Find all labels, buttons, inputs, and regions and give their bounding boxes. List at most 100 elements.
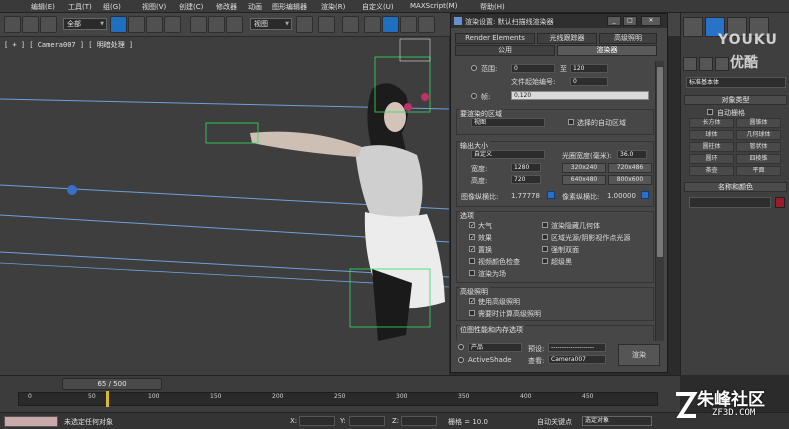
effects-checkbox[interactable]: ✓ bbox=[469, 234, 475, 241]
area-lights-checkbox[interactable] bbox=[542, 234, 548, 240]
menu-help[interactable]: 帮助(H) bbox=[480, 2, 505, 12]
output-preset-select[interactable]: 自定义 bbox=[471, 150, 545, 159]
object-type-rollout[interactable]: 对象类型 bbox=[684, 95, 787, 105]
width-field[interactable]: 1280 bbox=[511, 163, 541, 172]
preset-800x600-button[interactable]: 800x600 bbox=[608, 175, 652, 185]
pixel-aspect-value[interactable]: 1.00000 bbox=[607, 192, 636, 200]
tube-button[interactable]: 管状体 bbox=[736, 142, 781, 152]
tab-advanced-lighting[interactable]: 高级照明 bbox=[599, 33, 657, 44]
menu-create[interactable]: 创建(C) bbox=[179, 2, 203, 12]
torus-button[interactable]: 圆环 bbox=[689, 154, 734, 164]
cone-button[interactable]: 圆锥体 bbox=[736, 118, 781, 128]
range-to-field[interactable]: 120 bbox=[570, 64, 608, 73]
window-crossing-icon[interactable] bbox=[164, 16, 181, 33]
shapes-icon[interactable] bbox=[699, 57, 713, 71]
geometry-icon[interactable] bbox=[683, 57, 697, 71]
force-2sided-checkbox[interactable] bbox=[542, 246, 548, 252]
tab-raytracer[interactable]: 光线跟踪器 bbox=[537, 33, 597, 44]
auto-region-checkbox[interactable] bbox=[568, 119, 574, 125]
object-color-swatch[interactable] bbox=[775, 197, 785, 208]
cylinder-button[interactable]: 圆柱体 bbox=[689, 142, 734, 152]
name-color-rollout[interactable]: 名称和颜色 bbox=[684, 182, 787, 192]
autokey-button[interactable]: 自动关键点 bbox=[537, 417, 572, 427]
viewport-camera[interactable]: [ + ] [ Camera007 ] [ 明暗处理 ] bbox=[0, 37, 449, 375]
menu-edit[interactable]: 编辑(E) bbox=[31, 2, 55, 12]
displacement-checkbox[interactable]: ✓ bbox=[469, 246, 475, 253]
scale-icon[interactable] bbox=[226, 16, 243, 33]
spinner-snap-icon[interactable] bbox=[418, 16, 435, 33]
view-select[interactable]: Camera007 bbox=[548, 355, 606, 364]
menu-customize[interactable]: 自定义(U) bbox=[362, 2, 394, 12]
scrollbar-thumb[interactable] bbox=[657, 67, 663, 257]
area-select[interactable]: 视图 bbox=[471, 118, 545, 127]
pyramid-button[interactable]: 四棱锥 bbox=[736, 154, 781, 164]
plane-button[interactable]: 平面 bbox=[736, 166, 781, 176]
atmospherics-checkbox[interactable]: ✓ bbox=[469, 222, 475, 229]
move-icon[interactable] bbox=[190, 16, 207, 33]
dialog-titlebar[interactable]: 渲染设置: 默认扫描线渲染器 _ □ ✕ bbox=[451, 14, 667, 28]
preset-320x240-button[interactable]: 320x240 bbox=[562, 163, 606, 173]
production-select[interactable]: 产品 bbox=[468, 343, 522, 352]
aperture-field[interactable]: 36.0 bbox=[617, 150, 647, 159]
tab-renderer[interactable]: 渲染器 bbox=[557, 45, 657, 56]
height-field[interactable]: 720 bbox=[511, 175, 541, 184]
category-select[interactable]: 标准基本体 bbox=[686, 77, 786, 88]
link-icon[interactable] bbox=[22, 16, 39, 33]
range-from-field[interactable]: 0 bbox=[511, 64, 555, 73]
maxscript-listener[interactable] bbox=[4, 416, 58, 427]
geosphere-button[interactable]: 几何球体 bbox=[736, 130, 781, 140]
rect-selection-icon[interactable] bbox=[146, 16, 163, 33]
teapot-button[interactable]: 茶壶 bbox=[689, 166, 734, 176]
range-radio[interactable] bbox=[471, 65, 477, 71]
create-tab-icon[interactable] bbox=[683, 17, 703, 37]
ref-coord-select[interactable]: 视图 bbox=[250, 18, 292, 30]
select-manipulate-icon[interactable] bbox=[318, 16, 335, 33]
lights-icon[interactable] bbox=[715, 57, 729, 71]
snap-toggle-icon[interactable] bbox=[364, 16, 381, 33]
render-fields-checkbox[interactable] bbox=[469, 270, 475, 276]
select-object-icon[interactable] bbox=[110, 16, 127, 33]
lock-aspect-icon[interactable] bbox=[547, 191, 555, 199]
minimize-icon[interactable]: _ bbox=[607, 16, 621, 26]
super-black-checkbox[interactable] bbox=[542, 258, 548, 264]
render-button[interactable]: 渲染 bbox=[618, 344, 660, 366]
tab-common[interactable]: 公用 bbox=[455, 45, 555, 56]
autogrid-checkbox[interactable] bbox=[707, 109, 713, 115]
pivot-center-icon[interactable] bbox=[296, 16, 313, 33]
selection-filter-select[interactable]: 全部 bbox=[63, 18, 107, 30]
menu-animation[interactable]: 动画 bbox=[248, 2, 262, 12]
frames-field[interactable]: 0,120 bbox=[511, 91, 649, 100]
unlink-icon[interactable] bbox=[40, 16, 57, 33]
x-coord-field[interactable] bbox=[299, 416, 335, 426]
compute-adv-lighting-checkbox[interactable] bbox=[469, 310, 475, 316]
keyboard-shortcut-icon[interactable] bbox=[342, 16, 359, 33]
undo-icon[interactable] bbox=[4, 16, 21, 33]
activeshade-radio[interactable] bbox=[458, 357, 464, 363]
frames-radio[interactable] bbox=[471, 93, 477, 99]
preset-select[interactable]: -------------------- bbox=[548, 343, 606, 352]
rotate-icon[interactable] bbox=[208, 16, 225, 33]
menu-group[interactable]: 组(G) bbox=[103, 2, 121, 12]
percent-snap-icon[interactable] bbox=[400, 16, 417, 33]
menu-rendering[interactable]: 渲染(R) bbox=[321, 2, 345, 12]
sphere-button[interactable]: 球体 bbox=[689, 130, 734, 140]
lock-pixel-aspect-icon[interactable] bbox=[641, 191, 649, 199]
use-adv-lighting-checkbox[interactable]: ✓ bbox=[469, 298, 475, 305]
render-hidden-checkbox[interactable] bbox=[542, 222, 548, 228]
y-coord-field[interactable] bbox=[349, 416, 385, 426]
production-radio[interactable] bbox=[458, 344, 464, 350]
image-aspect-value[interactable]: 1.77778 bbox=[511, 192, 540, 200]
preset-720x486-button[interactable]: 720x486 bbox=[608, 163, 652, 173]
selection-set-select[interactable]: 选定对象 bbox=[582, 416, 652, 426]
menu-view[interactable]: 视图(V) bbox=[142, 2, 166, 12]
time-slider[interactable]: 65 / 500 bbox=[62, 378, 162, 390]
menu-maxscript[interactable]: MAXScript(M) bbox=[410, 2, 457, 10]
file-start-field[interactable]: 0 bbox=[570, 77, 608, 86]
tab-render-elements[interactable]: Render Elements bbox=[455, 33, 535, 44]
angle-snap-icon[interactable] bbox=[382, 16, 399, 33]
menu-modifiers[interactable]: 修改器 bbox=[216, 2, 237, 12]
viewport-label[interactable]: [ + ] [ Camera007 ] [ 明暗处理 ] bbox=[4, 40, 133, 50]
dialog-scrollbar[interactable] bbox=[655, 61, 664, 341]
preset-640x480-button[interactable]: 640x480 bbox=[562, 175, 606, 185]
close-icon[interactable]: ✕ bbox=[641, 16, 661, 26]
